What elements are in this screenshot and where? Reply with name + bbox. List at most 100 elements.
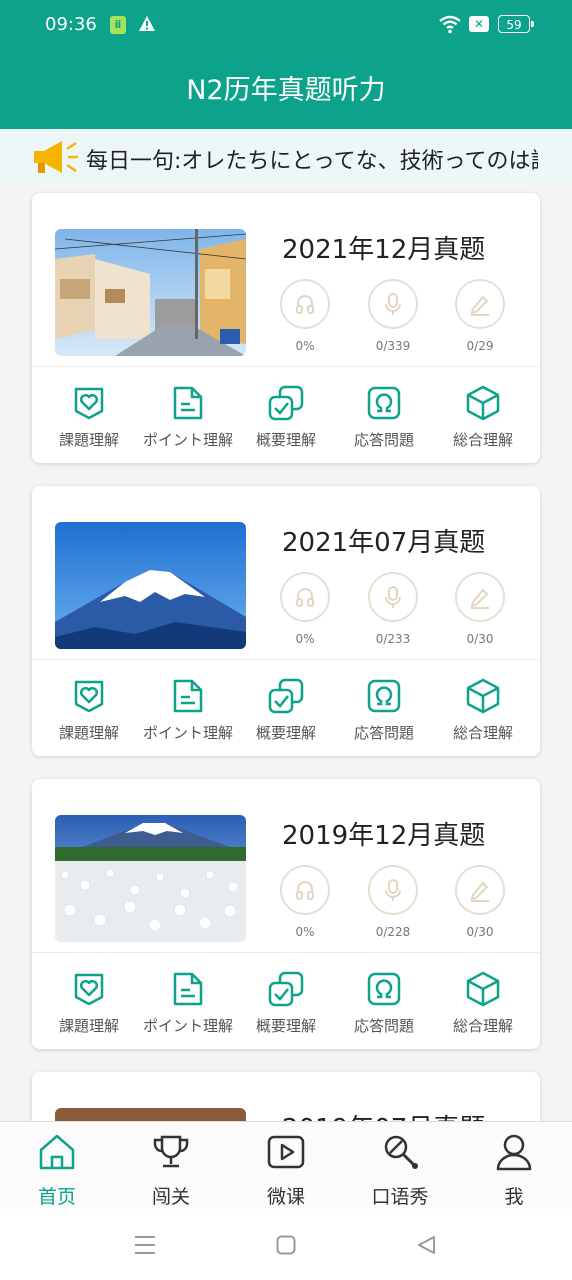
nav-label: 口语秀 [371,1186,429,1208]
category-summary-comprehension[interactable]: 概要理解 [236,385,336,450]
nav-me[interactable]: 我 [464,1132,564,1209]
category-response-questions[interactable]: 応答問題 [334,678,434,743]
category-integrated-comprehension[interactable]: 総合理解 [433,971,533,1036]
exam-title: 2019年12月真题 [282,821,486,851]
writing-progress[interactable]: 0/30 [444,865,516,939]
category-label: 総合理解 [452,1017,513,1035]
omega-icon [367,386,401,420]
progress-value: 0% [295,925,315,939]
writing-progress[interactable]: 0/29 [444,279,516,353]
omega-icon [367,679,401,713]
megaphone-icon [34,141,78,173]
home-button-icon[interactable] [276,1235,296,1255]
category-task-comprehension[interactable]: 課題理解 [39,385,139,450]
sim-off-icon: ✕ [469,16,489,32]
heart-badge-icon [74,973,104,1006]
listening-progress[interactable]: 0% [269,572,341,646]
category-label: 応答問題 [353,1017,414,1035]
nav-label: 首页 [37,1186,76,1208]
trophy-icon [153,1135,189,1168]
bottom-navigation: 首页 闯关 微课 口语秀 我 [0,1121,572,1210]
category-label: 総合理解 [452,431,513,449]
exam-card[interactable]: 2019年12月真题 0% 0/228 0/30 課題理解 ポイント理解 概要理… [32,779,540,1049]
category-label: 応答問題 [353,724,414,742]
app-header: 09:36 ⅱ ✕ 59 N2历年真题听力 [0,0,572,129]
video-play-icon [267,1135,305,1169]
progress-value: 0% [295,632,315,646]
pencil-icon [455,279,505,329]
progress-value: 0/228 [375,925,411,939]
headphones-icon [280,279,330,329]
speaking-progress[interactable]: 0/339 [357,279,429,353]
exam-card[interactable]: 2019年07月真题 [32,1072,540,1121]
listening-progress[interactable]: 0% [269,865,341,939]
cube-icon [466,971,500,1007]
exam-card[interactable]: 2021年12月真题 0% 0/339 0/29 課題理解 ポイント理解 概要理… [32,193,540,463]
progress-value: 0/29 [466,339,494,353]
category-label: 概要理解 [255,1017,316,1035]
wifi-icon [439,15,461,34]
status-time: 09:36 [45,14,97,35]
back-icon[interactable] [416,1235,436,1255]
category-integrated-comprehension[interactable]: 総合理解 [433,678,533,743]
street-photo [55,229,246,356]
category-task-comprehension[interactable]: 課題理解 [39,971,139,1036]
headphones-icon [280,865,330,915]
headphones-icon [280,572,330,622]
writing-progress[interactable]: 0/30 [444,572,516,646]
divider [32,952,540,953]
warning-icon [139,16,155,31]
battery-indicator: 59 [498,15,534,33]
nav-challenge[interactable]: 闯关 [121,1132,221,1209]
speaking-progress[interactable]: 0/233 [357,572,429,646]
document-icon [173,679,203,713]
document-icon [173,386,203,420]
omega-icon [367,972,401,1006]
cube-icon [466,385,500,421]
category-label: ポイント理解 [142,431,233,449]
exam-title: 2019年07月真题 [282,1108,485,1121]
check-layers-icon [268,678,304,714]
home-icon [39,1134,75,1170]
page-title: N2历年真题听力 [186,75,386,106]
nav-home[interactable]: 首页 [7,1132,107,1209]
exam-title: 2021年12月真题 [282,235,486,265]
exam-title: 2021年07月真题 [282,528,486,558]
check-layers-icon [268,971,304,1007]
partial-photo [55,1108,246,1121]
category-point-comprehension[interactable]: ポイント理解 [138,971,238,1036]
category-point-comprehension[interactable]: ポイント理解 [138,678,238,743]
category-label: 応答問題 [353,431,414,449]
fuji-flower-field-photo [55,815,246,942]
divider [32,659,540,660]
category-response-questions[interactable]: 応答問題 [334,385,434,450]
daily-sentence-banner[interactable]: 每日一句:オレたちにとってな、技術ってのは試 [0,129,572,185]
category-point-comprehension[interactable]: ポイント理解 [138,385,238,450]
category-label: 総合理解 [452,724,513,742]
exam-list[interactable]: 2021年12月真题 0% 0/339 0/29 課題理解 ポイント理解 概要理… [0,185,572,1121]
speaking-progress[interactable]: 0/228 [357,865,429,939]
menu-icon[interactable] [134,1235,156,1255]
system-navigation-bar [0,1209,572,1280]
progress-value: 0/233 [375,632,411,646]
category-label: 概要理解 [255,431,316,449]
microphone-icon [368,572,418,622]
heart-badge-icon [74,387,104,420]
pencil-icon [455,865,505,915]
document-icon [173,972,203,1006]
daily-sentence-text: 每日一句:オレたちにとってな、技術ってのは試 [86,149,538,174]
exam-card[interactable]: 2021年07月真题 0% 0/233 0/30 課題理解 ポイント理解 概要理… [32,486,540,756]
pencil-icon [455,572,505,622]
nav-micro-course[interactable]: 微课 [236,1132,336,1209]
category-integrated-comprehension[interactable]: 総合理解 [433,385,533,450]
nav-speaking-show[interactable]: 口语秀 [350,1132,450,1209]
divider [32,366,540,367]
category-task-comprehension[interactable]: 課題理解 [39,678,139,743]
listening-progress[interactable]: 0% [269,279,341,353]
category-summary-comprehension[interactable]: 概要理解 [236,678,336,743]
status-bar: 09:36 ⅱ ✕ 59 [0,0,572,52]
category-response-questions[interactable]: 応答問題 [334,971,434,1036]
nav-label: 微课 [266,1186,305,1208]
category-summary-comprehension[interactable]: 概要理解 [236,971,336,1036]
progress-value: 0/30 [466,925,494,939]
